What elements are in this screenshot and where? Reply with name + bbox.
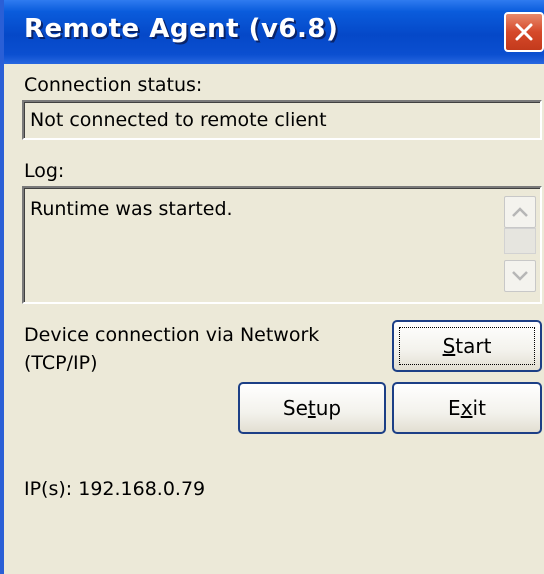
scroll-down-button[interactable] — [504, 260, 536, 292]
device-connection-label: Device connection via Network — [24, 324, 320, 346]
title-bar[interactable]: Remote Agent (v6.8) — [4, 0, 544, 64]
scroll-track[interactable] — [504, 228, 536, 254]
window-title: Remote Agent (v6.8) — [24, 14, 339, 44]
start-button-label: Start — [399, 327, 535, 365]
setup-button[interactable]: Se t up — [238, 382, 386, 434]
remote-agent-window: Remote Agent (v6.8) Connection status: N… — [0, 0, 544, 574]
log-label: Log: — [24, 160, 65, 182]
log-textarea[interactable]: Runtime was started. — [22, 186, 542, 304]
close-button[interactable] — [504, 12, 544, 52]
connection-status-value: Not connected to remote client — [30, 109, 327, 131]
scroll-up-button[interactable] — [504, 196, 536, 228]
setup-button-label: Se t up — [282, 396, 342, 420]
connection-status-field: Not connected to remote client — [22, 100, 542, 140]
start-button[interactable]: Start — [392, 320, 542, 372]
log-scrollbar[interactable] — [504, 192, 536, 298]
log-text: Runtime was started. — [30, 198, 233, 220]
exit-button-label: Ex it — [448, 396, 486, 420]
connection-status-label: Connection status: — [24, 74, 203, 96]
device-connection-protocol: (TCP/IP) — [24, 352, 98, 374]
exit-button[interactable]: Ex it — [392, 382, 542, 434]
ip-address-label: IP(s): 192.168.0.79 — [24, 478, 206, 500]
